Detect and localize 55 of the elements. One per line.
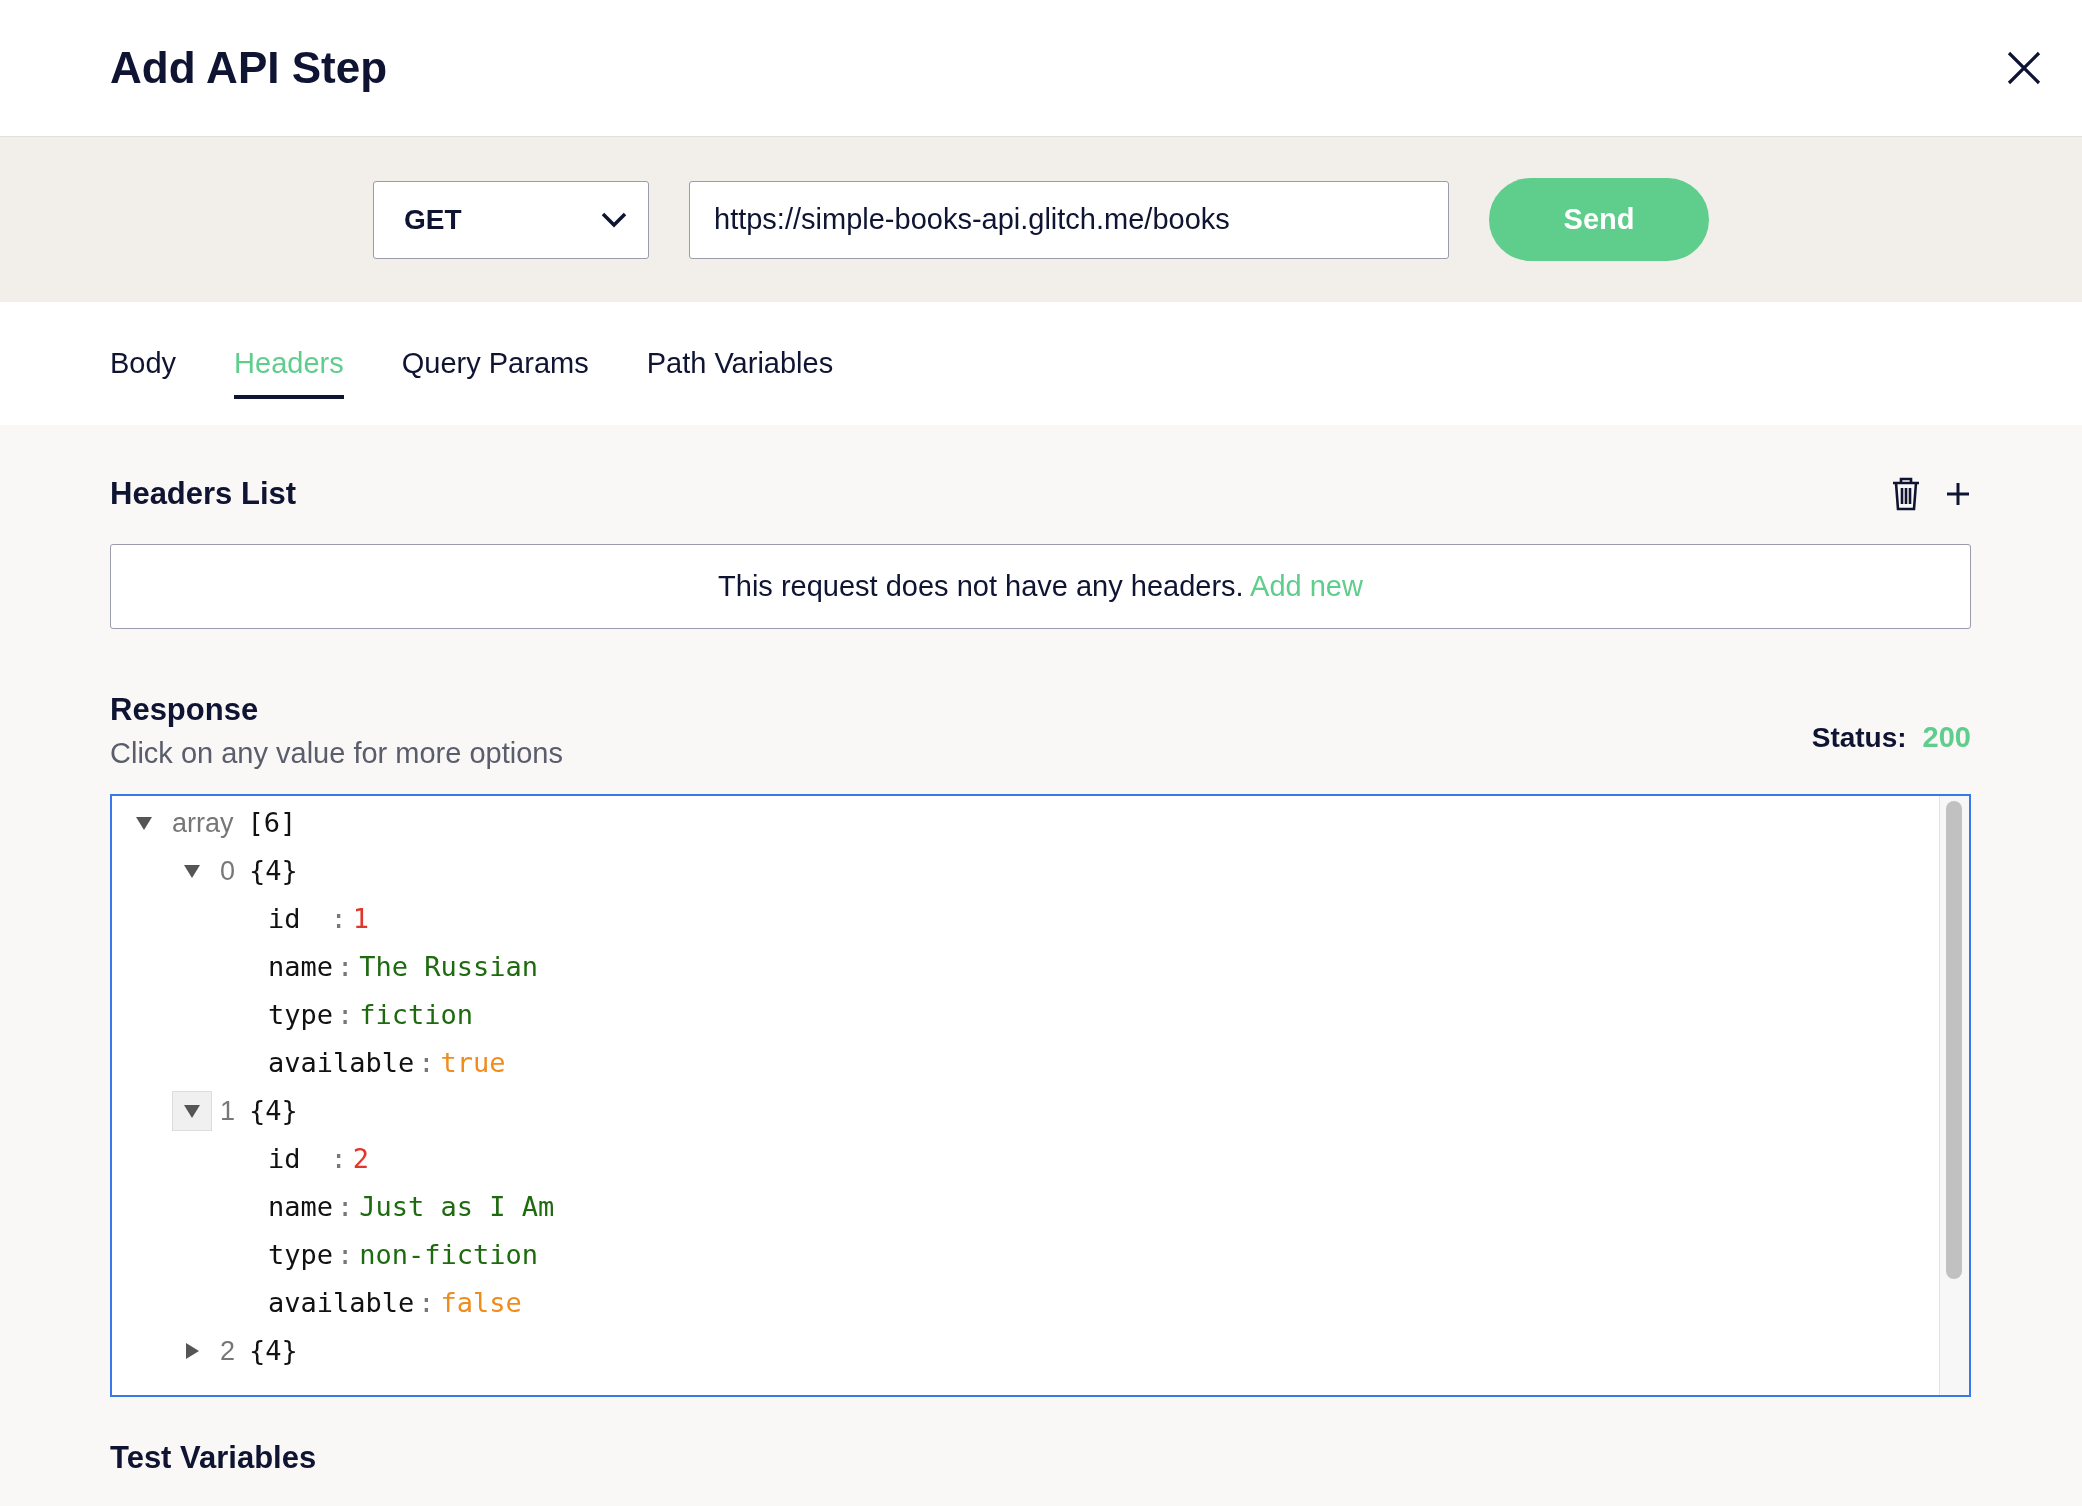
tab[interactable]: Path Variables xyxy=(646,341,834,400)
hover-highlight[interactable] xyxy=(172,1090,212,1131)
index-label[interactable]: 1 xyxy=(220,1090,236,1132)
field-key: type xyxy=(268,1234,334,1276)
colon-separator: : xyxy=(330,1141,347,1176)
caret-down-icon[interactable] xyxy=(183,862,201,879)
count-label: {4} xyxy=(249,853,298,888)
dialog-title: Add API Step xyxy=(110,41,388,94)
tab[interactable]: Query Params xyxy=(401,341,589,400)
field-value[interactable]: Just as I Am xyxy=(359,1186,555,1228)
section-title: Test Variables xyxy=(110,1438,318,1477)
field-value[interactable]: non-fiction xyxy=(359,1234,539,1276)
type-label: array xyxy=(172,806,234,840)
index-label[interactable]: 2 xyxy=(220,1330,236,1372)
caret-down-icon[interactable] xyxy=(135,814,153,831)
colon-separator: : xyxy=(337,1237,354,1272)
field-value[interactable]: fiction xyxy=(359,994,474,1036)
colon-separator: : xyxy=(337,997,354,1032)
scrollbar-thumb[interactable] xyxy=(1946,800,1962,1279)
count-label: {4} xyxy=(249,1093,298,1128)
status-label: Status: xyxy=(1811,721,1907,756)
colon-separator: : xyxy=(418,1285,435,1320)
field-value[interactable]: false xyxy=(440,1282,522,1324)
trash-icon[interactable] xyxy=(1891,475,1921,512)
caret-right-icon[interactable] xyxy=(184,1341,200,1360)
empty-message: This request does not have any headers. Add new xyxy=(718,568,1363,604)
status-code: 200 xyxy=(1922,720,1971,756)
field-value[interactable]: true xyxy=(440,1042,506,1084)
hint-text: Click on any value for more options xyxy=(110,736,563,772)
field-value[interactable]: The Russian xyxy=(359,946,539,988)
section-title: Response xyxy=(110,691,260,729)
plus-icon[interactable] xyxy=(1945,480,1971,507)
tab[interactable]: Body xyxy=(110,341,177,400)
colon-separator: : xyxy=(337,1189,354,1224)
field-key: name xyxy=(268,1186,334,1228)
field-key: available xyxy=(268,1282,415,1324)
field-key: id xyxy=(268,898,327,940)
caret-down-icon[interactable] xyxy=(183,1102,201,1119)
field-value[interactable]: 1 xyxy=(352,898,370,940)
index-label[interactable]: 0 xyxy=(220,850,236,892)
method-select[interactable]: GET xyxy=(373,180,649,259)
colon-separator: : xyxy=(330,901,347,936)
count-label: {4} xyxy=(249,1333,298,1368)
colon-separator: : xyxy=(418,1045,435,1080)
field-value[interactable]: 2 xyxy=(352,1138,370,1180)
field-key: id xyxy=(268,1138,327,1180)
count-label: [6] xyxy=(247,805,297,840)
chevron-down-icon xyxy=(600,210,628,229)
url-field[interactable]: https://simple-books-api.glitch.me/books xyxy=(689,180,1449,259)
section-title: Headers List xyxy=(110,475,297,513)
colon-separator: : xyxy=(337,949,354,984)
field-key: name xyxy=(268,946,334,988)
field-key: available xyxy=(268,1042,415,1084)
field-key: type xyxy=(268,994,334,1036)
close-icon[interactable] xyxy=(2006,50,2042,86)
